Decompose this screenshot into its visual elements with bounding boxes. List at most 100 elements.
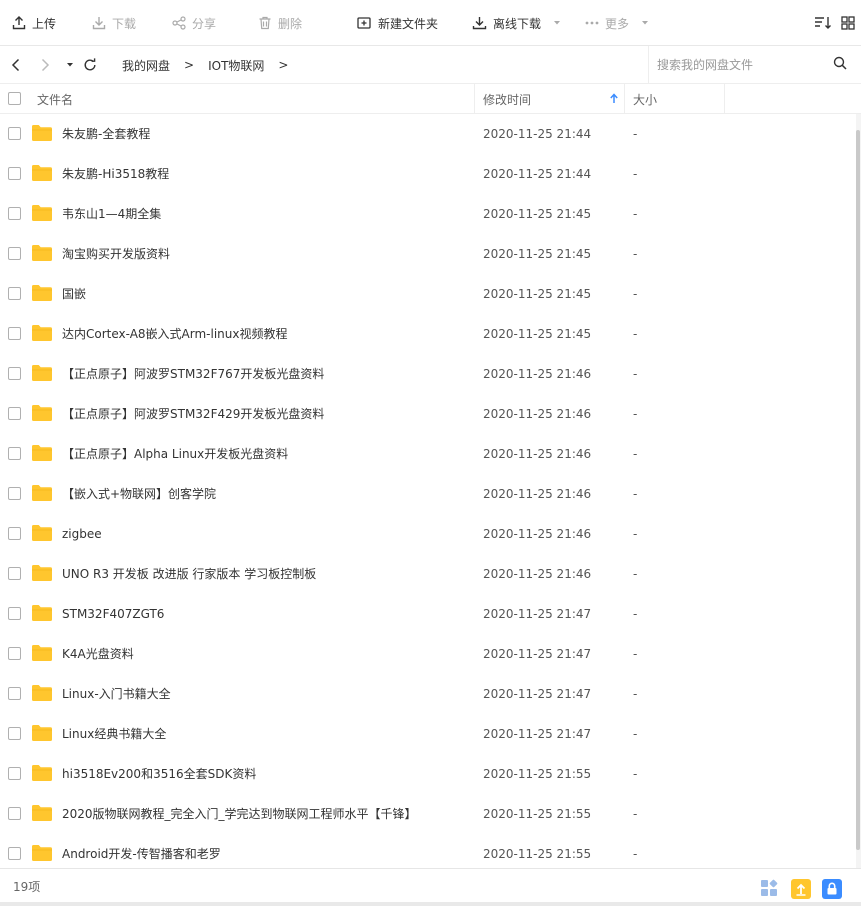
row-checkbox[interactable] xyxy=(8,847,21,860)
breadcrumb-item-my-drive[interactable]: 我的网盘 xyxy=(114,57,178,74)
row-checkbox[interactable] xyxy=(8,247,21,260)
offline-download-button[interactable]: 离线下载 xyxy=(472,0,561,46)
file-row[interactable]: zigbee 2020-11-25 21:46 - xyxy=(0,514,856,554)
file-name[interactable]: Android开发-传智播客和老罗 xyxy=(62,834,221,868)
row-checkbox[interactable] xyxy=(8,487,21,500)
folder-icon xyxy=(32,445,52,461)
share-button[interactable]: 分享 xyxy=(172,0,216,46)
item-count: 19项 xyxy=(13,880,41,894)
file-row[interactable]: 【正点原子】阿波罗STM32F767开发板光盘资料 2020-11-25 21:4… xyxy=(0,354,856,394)
sort-button[interactable] xyxy=(814,0,832,46)
back-button[interactable] xyxy=(5,54,27,76)
file-name[interactable]: 朱友鹏-Hi3518教程 xyxy=(62,154,169,194)
delete-button[interactable]: 删除 xyxy=(258,0,302,46)
grid-view-button[interactable] xyxy=(841,0,855,46)
row-checkbox[interactable] xyxy=(8,127,21,140)
row-checkbox[interactable] xyxy=(8,647,21,660)
row-checkbox[interactable] xyxy=(8,207,21,220)
file-modified-time: 2020-11-25 21:44 xyxy=(483,167,592,181)
file-name[interactable]: 朱友鹏-全套教程 xyxy=(62,114,150,154)
folder-icon xyxy=(32,325,52,341)
file-row[interactable]: UNO R3 开发板 改进版 行家版本 学习板控制板 2020-11-25 21:… xyxy=(0,554,856,594)
file-row[interactable]: 达内Cortex-A8嵌入式Arm-linux视频教程 2020-11-25 21… xyxy=(0,314,856,354)
file-row[interactable]: Linux经典书籍大全 2020-11-25 21:47 - xyxy=(0,714,856,754)
file-row[interactable]: hi3518Ev200和3516全套SDK资料 2020-11-25 21:55 - xyxy=(0,754,856,794)
row-checkbox[interactable] xyxy=(8,767,21,780)
upload-transfer-icon xyxy=(791,879,811,899)
file-size: - xyxy=(633,167,638,181)
more-button[interactable]: 更多 xyxy=(585,0,649,46)
file-row[interactable]: 【正点原子】阿波罗STM32F429开发板光盘资料 2020-11-25 21:4… xyxy=(0,394,856,434)
file-row[interactable]: 朱友鹏-全套教程 2020-11-25 21:44 - xyxy=(0,114,856,154)
row-checkbox[interactable] xyxy=(8,527,21,540)
file-row[interactable]: K4A光盘资料 2020-11-25 21:47 - xyxy=(0,634,856,674)
row-checkbox[interactable] xyxy=(8,287,21,300)
file-name[interactable]: 【正点原子】阿波罗STM32F429开发板光盘资料 xyxy=(62,394,324,434)
lock-button[interactable] xyxy=(822,879,842,899)
file-size: - xyxy=(633,247,638,261)
row-checkbox[interactable] xyxy=(8,727,21,740)
row-checkbox[interactable] xyxy=(8,607,21,620)
new-folder-icon xyxy=(357,17,371,29)
file-name[interactable]: STM32F407ZGT6 xyxy=(62,594,164,634)
column-header-size[interactable]: 大小 xyxy=(633,84,723,114)
file-row[interactable]: 2020版物联网教程_完全入门_学完达到物联网工程师水平【千锋】 2020-11-… xyxy=(0,794,856,834)
row-checkbox[interactable] xyxy=(8,367,21,380)
file-name[interactable]: 韦东山1—4期全集 xyxy=(62,194,161,234)
column-divider[interactable] xyxy=(474,84,475,114)
folder-icon xyxy=(32,485,52,501)
chevron-down-icon xyxy=(642,21,649,25)
scrollbar-thumb[interactable] xyxy=(856,130,860,850)
file-row[interactable]: 朱友鹏-Hi3518教程 2020-11-25 21:44 - xyxy=(0,154,856,194)
folder-icon xyxy=(32,565,52,581)
column-divider[interactable] xyxy=(724,84,725,114)
file-row[interactable]: 韦东山1—4期全集 2020-11-25 21:45 - xyxy=(0,194,856,234)
transfer-upload-button[interactable] xyxy=(791,879,811,899)
file-name[interactable]: 国嵌 xyxy=(62,274,86,314)
file-row[interactable]: STM32F407ZGT6 2020-11-25 21:47 - xyxy=(0,594,856,634)
download-button[interactable]: 下载 xyxy=(92,0,136,46)
file-row[interactable]: 【正点原子】Alpha Linux开发板光盘资料 2020-11-25 21:46… xyxy=(0,434,856,474)
folder-icon xyxy=(32,165,52,181)
file-row[interactable]: 国嵌 2020-11-25 21:45 - xyxy=(0,274,856,314)
file-name[interactable]: hi3518Ev200和3516全套SDK资料 xyxy=(62,754,256,794)
search-input[interactable] xyxy=(657,55,827,75)
file-name[interactable]: zigbee xyxy=(62,514,102,554)
search-button[interactable] xyxy=(833,56,847,73)
file-name[interactable]: 【正点原子】阿波罗STM32F767开发板光盘资料 xyxy=(62,354,324,394)
apps-button[interactable] xyxy=(760,879,780,899)
row-checkbox[interactable] xyxy=(8,807,21,820)
file-name[interactable]: 【嵌入式+物联网】创客学院 xyxy=(62,474,216,514)
breadcrumb-separator: > xyxy=(278,58,289,72)
file-name[interactable]: 达内Cortex-A8嵌入式Arm-linux视频教程 xyxy=(62,314,287,354)
file-size: - xyxy=(633,127,638,141)
new-folder-button[interactable]: 新建文件夹 xyxy=(357,0,438,46)
column-header-name[interactable]: 文件名 xyxy=(37,84,473,114)
upload-button[interactable]: 上传 xyxy=(12,0,56,46)
file-row[interactable]: Linux-入门书籍大全 2020-11-25 21:47 - xyxy=(0,674,856,714)
row-checkbox[interactable] xyxy=(8,167,21,180)
file-row[interactable]: 淘宝购买开发版资料 2020-11-25 21:45 - xyxy=(0,234,856,274)
column-divider[interactable] xyxy=(624,84,625,114)
forward-button[interactable] xyxy=(34,54,56,76)
row-checkbox[interactable] xyxy=(8,327,21,340)
file-name[interactable]: UNO R3 开发板 改进版 行家版本 学习板控制板 xyxy=(62,554,316,594)
refresh-button[interactable] xyxy=(79,54,101,76)
file-name[interactable]: Linux-入门书籍大全 xyxy=(62,674,171,714)
file-row[interactable]: Android开发-传智播客和老罗 2020-11-25 21:55 - xyxy=(0,834,856,868)
file-name[interactable]: 【正点原子】Alpha Linux开发板光盘资料 xyxy=(62,434,288,474)
file-name[interactable]: 淘宝购买开发版资料 xyxy=(62,234,170,274)
select-all-checkbox[interactable] xyxy=(8,92,21,105)
row-checkbox[interactable] xyxy=(8,407,21,420)
file-name[interactable]: Linux经典书籍大全 xyxy=(62,714,166,754)
file-row[interactable]: 【嵌入式+物联网】创客学院 2020-11-25 21:46 - xyxy=(0,474,856,514)
row-checkbox[interactable] xyxy=(8,447,21,460)
breadcrumb-item-iot[interactable]: IOT物联网 xyxy=(200,57,272,74)
column-header-modified[interactable]: 修改时间 xyxy=(483,84,624,114)
history-dropdown-button[interactable] xyxy=(59,54,81,76)
file-name[interactable]: K4A光盘资料 xyxy=(62,634,134,674)
row-checkbox[interactable] xyxy=(8,567,21,580)
lock-icon xyxy=(822,879,842,899)
file-name[interactable]: 2020版物联网教程_完全入门_学完达到物联网工程师水平【千锋】 xyxy=(62,794,417,834)
row-checkbox[interactable] xyxy=(8,687,21,700)
